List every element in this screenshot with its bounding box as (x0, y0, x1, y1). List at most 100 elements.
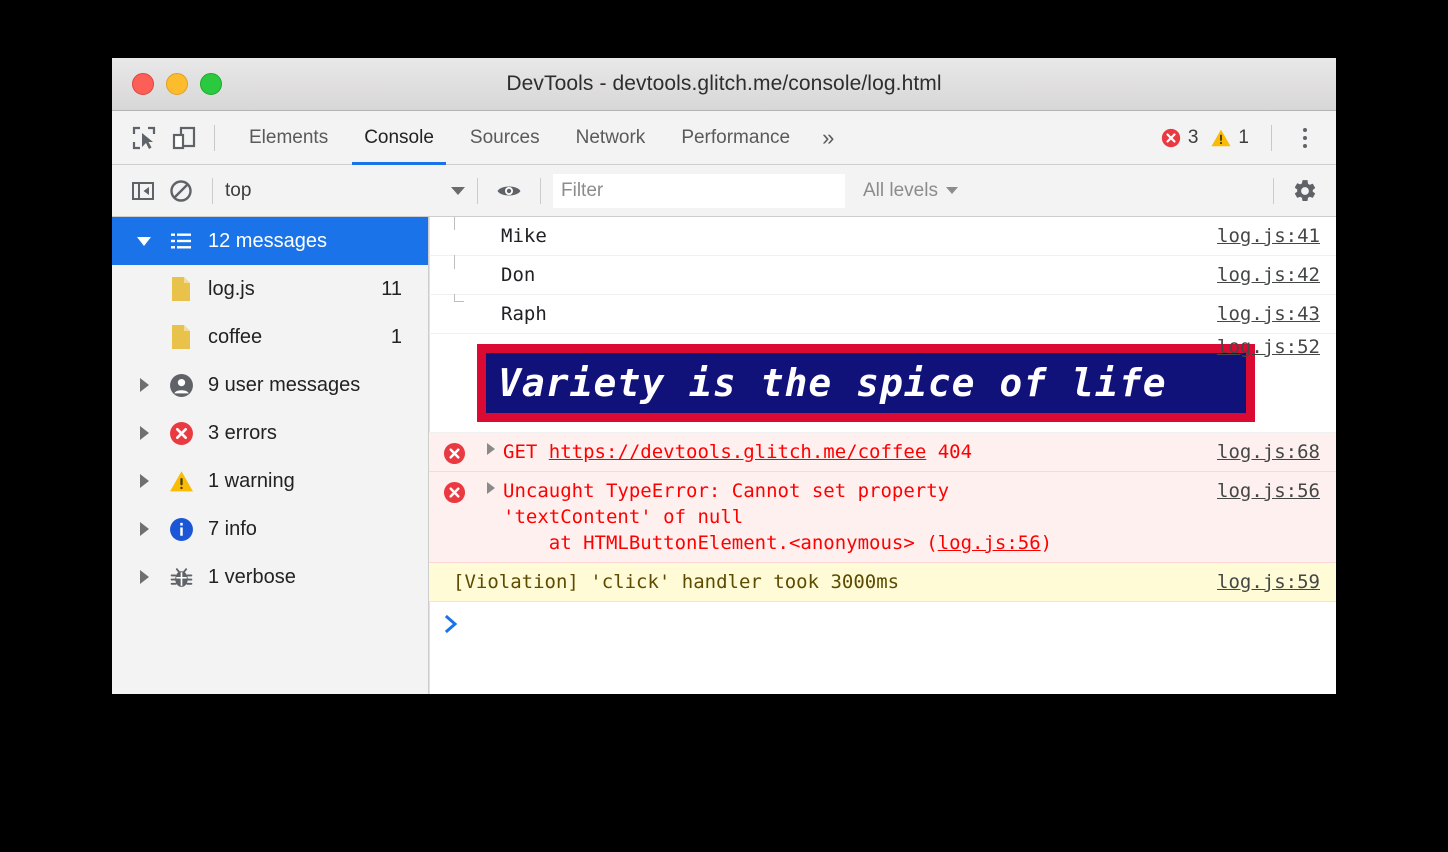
console-message-text: Uncaught TypeError: Cannot set property … (503, 478, 1205, 556)
chevron-right-icon[interactable] (134, 474, 154, 488)
chevron-down-icon[interactable] (134, 237, 154, 246)
console-body: 12 messages log.js 11 coffee 1 9 user me… (112, 217, 1336, 694)
chevron-down-icon (451, 186, 465, 195)
error-stack-suffix: ) (1040, 532, 1053, 554)
sidebar-item-warnings[interactable]: 1 warning (112, 457, 428, 505)
window-titlebar: DevTools - devtools.glitch.me/console/lo… (112, 58, 1336, 111)
toolbar-divider-4 (1273, 177, 1274, 204)
close-window-button[interactable] (132, 73, 154, 95)
sidebar-label-user-messages: 9 user messages (208, 373, 361, 396)
log-level-selector[interactable]: All levels (863, 180, 958, 202)
tab-sources[interactable]: Sources (452, 111, 558, 165)
chevron-right-icon[interactable] (134, 378, 154, 392)
console-message-error[interactable]: GET https://devtools.glitch.me/coffee 40… (429, 433, 1336, 472)
error-stack-source-link[interactable]: log.js:56 (938, 532, 1041, 554)
clear-console-icon[interactable] (162, 172, 200, 210)
sidebar-count-coffee: 1 (390, 325, 402, 348)
device-toolbar-icon[interactable] (164, 118, 204, 158)
styled-message-text: Variety is the spice of life (486, 353, 1246, 413)
sidebar-item-info[interactable]: 7 info (112, 505, 428, 553)
toolbar-divider-1 (212, 177, 213, 204)
console-sidebar: 12 messages log.js 11 coffee 1 9 user me… (112, 217, 429, 694)
tab-elements[interactable]: Elements (231, 111, 346, 165)
toolbar-divider-2 (477, 177, 478, 204)
devtools-tabbar: Elements Console Sources Network Perform… (112, 111, 1336, 165)
file-icon (168, 276, 194, 302)
sidebar-item-user-messages[interactable]: 9 user messages (112, 361, 428, 409)
console-message-source-link[interactable]: log.js:52 (1217, 334, 1320, 360)
sidebar-item-logjs[interactable]: log.js 11 (112, 265, 428, 313)
sidebar-item-all-messages[interactable]: 12 messages (112, 217, 428, 265)
prompt-chevron-icon (429, 612, 475, 634)
tab-console[interactable]: Console (346, 111, 452, 165)
tabbar-status-area: 3 1 (1160, 121, 1336, 155)
window-title: DevTools - devtools.glitch.me/console/lo… (506, 72, 942, 95)
console-message-source-link[interactable]: log.js:68 (1217, 439, 1320, 465)
sidebar-label-warnings: 1 warning (208, 469, 295, 492)
file-icon (168, 324, 194, 350)
info-icon (168, 516, 194, 542)
console-message-styled[interactable]: Variety is the spice of life log.js:52 (429, 334, 1336, 433)
sidebar-item-verbose[interactable]: 1 verbose (112, 553, 428, 601)
log-level-label: All levels (863, 179, 938, 201)
warning-icon (1211, 129, 1231, 146)
error-icon (168, 420, 194, 446)
user-icon (168, 372, 194, 398)
console-message-source-link[interactable]: log.js:59 (1217, 569, 1320, 595)
message-level-gutter (429, 478, 487, 504)
tab-performance[interactable]: Performance (663, 111, 808, 165)
expand-message-arrow[interactable] (487, 478, 503, 494)
tab-overflow-button[interactable]: » (808, 111, 848, 165)
tab-network[interactable]: Network (558, 111, 664, 165)
maximize-window-button[interactable] (200, 73, 222, 95)
console-message-source-link[interactable]: log.js:43 (1217, 301, 1320, 327)
chevron-right-icon[interactable] (134, 426, 154, 440)
filter-input[interactable] (553, 173, 845, 208)
error-counter[interactable]: 3 (1160, 126, 1199, 149)
devtools-tabs: Elements Console Sources Network Perform… (231, 111, 848, 165)
console-toolbar: top All levels (112, 165, 1336, 217)
screenshot-stage: DevTools - devtools.glitch.me/console/lo… (0, 0, 1448, 852)
more-vertical-icon[interactable] (1288, 121, 1322, 155)
console-prompt[interactable] (429, 602, 1336, 666)
sidebar-label-info: 7 info (208, 517, 257, 540)
console-message-source-link[interactable]: log.js:42 (1217, 262, 1320, 288)
console-message-source-link[interactable]: log.js:41 (1217, 223, 1320, 249)
warning-icon (168, 468, 194, 494)
live-expression-eye-icon[interactable] (490, 172, 528, 210)
error-count-label: 3 (1187, 126, 1199, 148)
inspect-element-icon[interactable] (124, 118, 164, 158)
bug-icon (168, 564, 194, 590)
message-level-gutter (429, 439, 487, 465)
error-line-1: Uncaught TypeError: Cannot set property (503, 480, 950, 502)
chevron-right-icon[interactable] (134, 522, 154, 536)
chevron-down-icon (945, 187, 958, 194)
chevron-right-icon[interactable] (134, 570, 154, 584)
expand-message-arrow[interactable] (487, 439, 503, 455)
sidebar-label-all-messages: 12 messages (208, 229, 327, 252)
error-status-code: 404 (926, 441, 973, 463)
execution-context-label: top (225, 179, 252, 201)
console-message-log[interactable]: Raph log.js:43 (429, 294, 1336, 334)
console-message-log[interactable]: Don log.js:42 (429, 255, 1336, 295)
warning-counter[interactable]: 1 (1210, 127, 1249, 149)
sidebar-count-logjs: 11 (381, 277, 402, 300)
sidebar-toggle-icon[interactable] (124, 172, 162, 210)
sidebar-label-logjs: log.js (208, 277, 255, 300)
sidebar-item-coffee[interactable]: coffee 1 (112, 313, 428, 361)
styled-message-box: Variety is the spice of life (477, 344, 1255, 422)
error-request-url-link[interactable]: https://devtools.glitch.me/coffee (549, 441, 927, 463)
console-message-source-link[interactable]: log.js:56 (1217, 478, 1320, 504)
console-message-violation[interactable]: [Violation] 'click' handler took 3000ms … (429, 563, 1336, 602)
devtools-window: DevTools - devtools.glitch.me/console/lo… (112, 58, 1336, 694)
toolbar-divider-3 (540, 177, 541, 204)
console-message-error[interactable]: Uncaught TypeError: Cannot set property … (429, 472, 1336, 563)
settings-area (1261, 172, 1324, 210)
minimize-window-button[interactable] (166, 73, 188, 95)
console-message-log[interactable]: Mike log.js:41 (429, 217, 1336, 256)
sidebar-item-errors[interactable]: 3 errors (112, 409, 428, 457)
execution-context-selector[interactable]: top (225, 180, 465, 202)
console-messages: Mike log.js:41 Don log.js:42 Raph log.js… (429, 217, 1336, 694)
gear-icon[interactable] (1286, 172, 1324, 210)
sidebar-label-verbose: 1 verbose (208, 565, 296, 588)
